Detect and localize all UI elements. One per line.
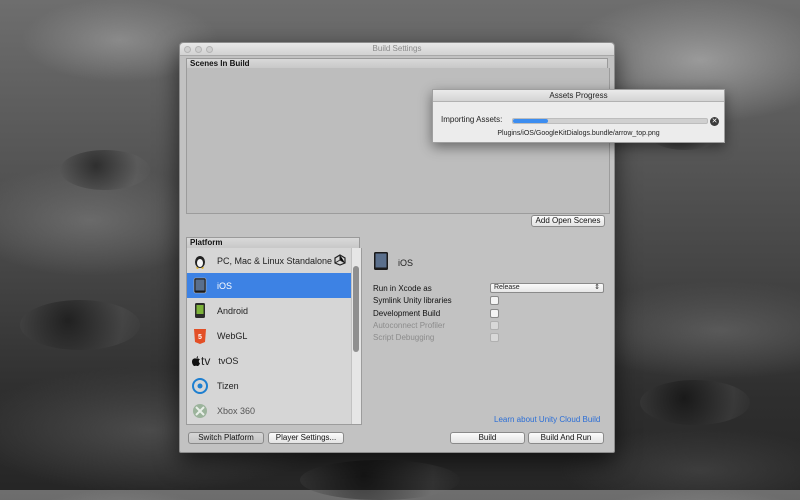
unity-cloud-build-link[interactable]: Learn about Unity Cloud Build (494, 415, 600, 424)
platform-item-label: Xbox 360 (217, 405, 256, 416)
standalone-penguin-icon (191, 252, 209, 270)
android-phone-icon (191, 302, 209, 320)
platform-item-tvos[interactable]: tv tvOS (187, 348, 351, 373)
tv-glyph: tv (201, 353, 211, 368)
progress-label: Importing Assets: (441, 115, 503, 124)
run-in-xcode-value: Release (494, 284, 520, 291)
platform-item-tizen[interactable]: Tizen (187, 373, 351, 398)
add-open-scenes-button[interactable]: Add Open Scenes (531, 215, 605, 227)
assets-progress-dialog: Assets Progress Importing Assets: ✕ Plug… (432, 89, 725, 143)
build-and-run-button[interactable]: Build And Run (528, 432, 604, 444)
autoconnect-profiler-checkbox[interactable] (490, 321, 499, 330)
background-crater (60, 150, 150, 190)
platform-item-xbox360[interactable]: Xbox 360 (187, 398, 351, 423)
window-titlebar[interactable]: Build Settings (180, 43, 614, 56)
platform-item-android[interactable]: Android (187, 298, 351, 323)
platform-scrollbar[interactable] (351, 248, 361, 424)
close-window-icon[interactable] (184, 46, 191, 53)
progress-path: Plugins/iOS/GoogleKitDialogs.bundle/arro… (497, 130, 660, 137)
symlink-checkbox[interactable] (490, 296, 499, 305)
apple-tv-icon (191, 352, 201, 370)
platform-item-label: iOS (217, 280, 233, 291)
zoom-window-icon[interactable] (206, 46, 213, 53)
unity-icon (334, 254, 346, 268)
script-debugging-checkbox[interactable] (490, 333, 499, 342)
platform-item-ios[interactable]: iOS (187, 273, 351, 298)
progress-fill (513, 119, 548, 123)
development-build-checkbox[interactable] (490, 309, 499, 318)
platform-item-label: WebGL (217, 330, 248, 341)
progress-title: Assets Progress (433, 90, 724, 102)
platform-list[interactable]: PC, Mac & Linux Standalone iOS Android 5… (186, 248, 362, 425)
run-in-xcode-select[interactable]: Release ⇕ (490, 283, 604, 293)
selected-platform-ipad-icon (373, 251, 389, 273)
tizen-icon (191, 377, 209, 395)
scrollbar-thumb[interactable] (353, 266, 359, 352)
xbox-icon (191, 402, 209, 420)
switch-platform-button[interactable]: Switch Platform (188, 432, 264, 444)
ios-ipad-icon (191, 277, 209, 295)
minimize-window-icon[interactable] (195, 46, 202, 53)
platform-item-label: PC, Mac & Linux Standalone (217, 255, 333, 266)
background-crater (20, 300, 140, 350)
chevron-updown-icon: ⇕ (594, 284, 600, 291)
platform-item-label: tvOS (218, 355, 239, 366)
selected-platform-title: iOS (398, 258, 414, 268)
html5-icon: 5 (191, 327, 209, 345)
development-build-label: Development Build (373, 309, 441, 318)
script-debugging-label: Script Debugging (373, 333, 435, 342)
background-crater (640, 380, 750, 425)
player-settings-button[interactable]: Player Settings... (268, 432, 344, 444)
platform-item-label: Tizen (217, 380, 239, 391)
svg-text:5: 5 (198, 334, 202, 341)
run-in-xcode-label: Run in Xcode as (373, 284, 432, 293)
window-title: Build Settings (372, 44, 422, 53)
background-crater (300, 460, 460, 500)
platform-item-standalone[interactable]: PC, Mac & Linux Standalone (187, 248, 351, 273)
platform-item-label: Android (217, 305, 249, 316)
progress-bar (512, 118, 708, 124)
cancel-icon[interactable]: ✕ (710, 117, 719, 126)
symlink-label: Symlink Unity libraries (373, 296, 452, 305)
platform-item-webgl[interactable]: 5 WebGL (187, 323, 351, 348)
build-button[interactable]: Build (450, 432, 525, 444)
autoconnect-profiler-label: Autoconnect Profiler (373, 321, 446, 330)
